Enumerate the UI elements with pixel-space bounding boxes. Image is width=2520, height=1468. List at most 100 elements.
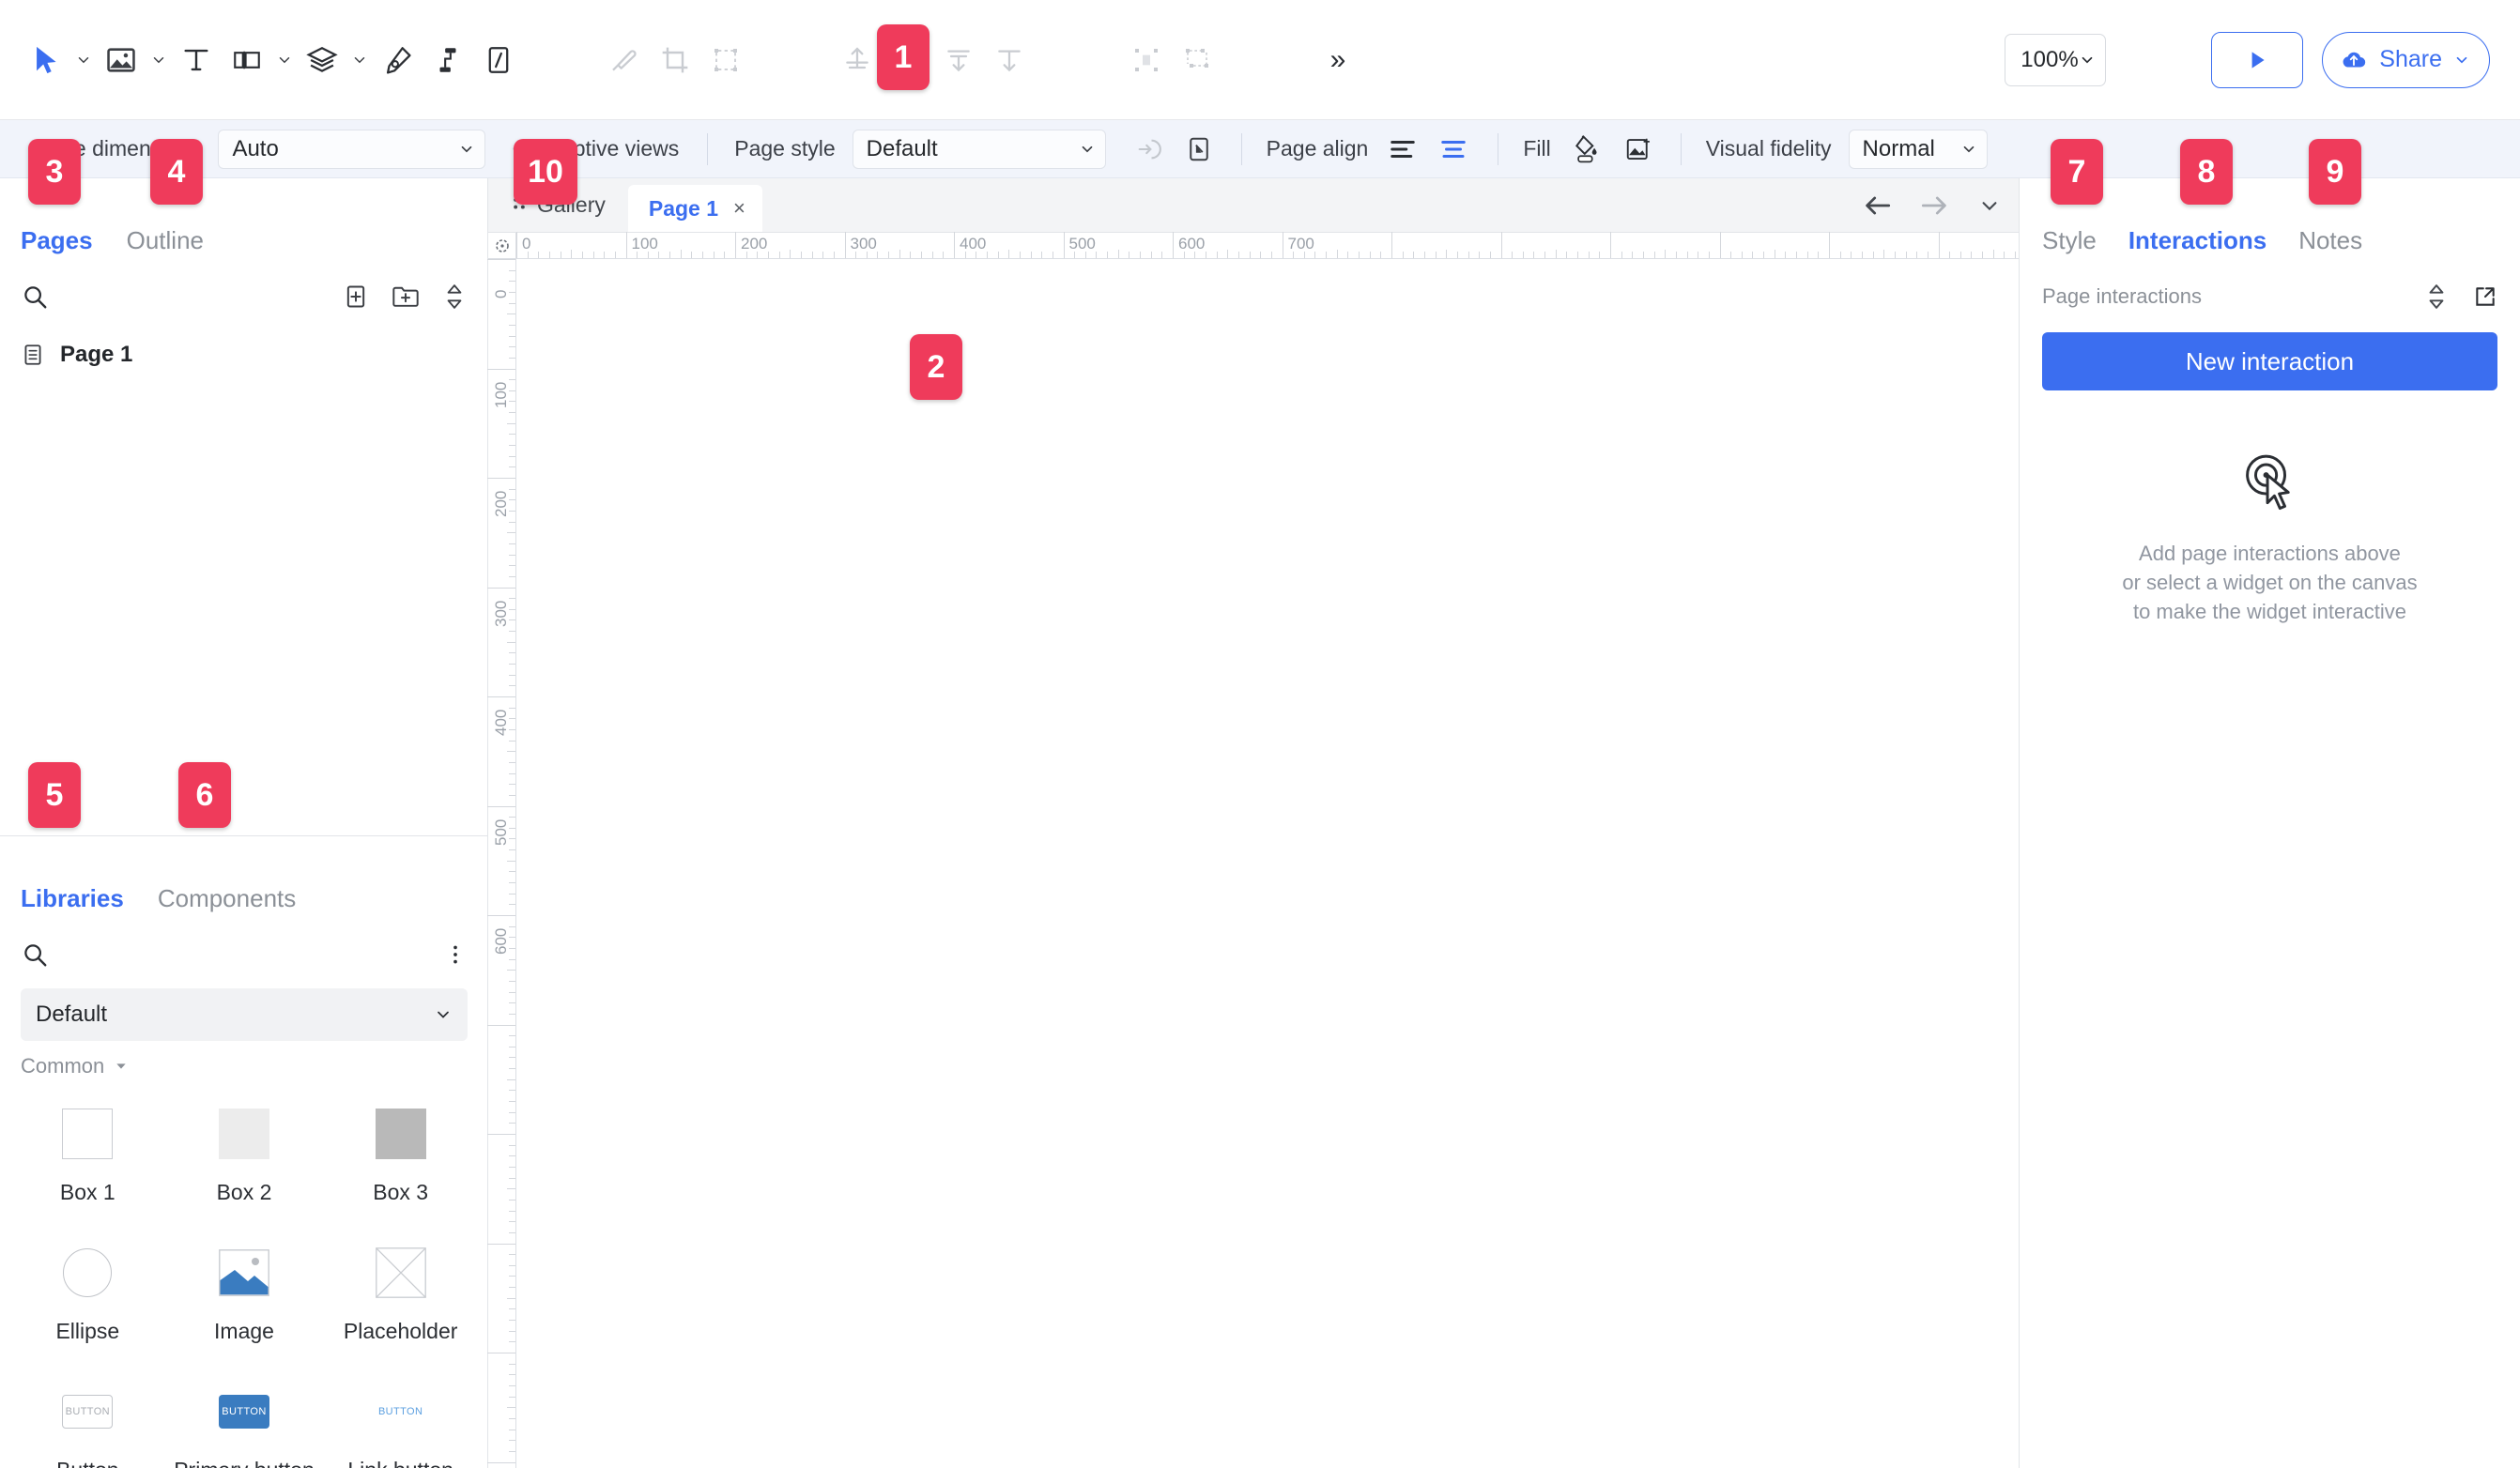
image-tool-caret[interactable]	[146, 35, 171, 85]
align-left-button[interactable]	[1381, 130, 1424, 169]
widget-ellipse[interactable]: Ellipse	[9, 1227, 166, 1366]
ruler-tick	[509, 1112, 515, 1113]
layers-tool-caret[interactable]	[347, 35, 372, 85]
sort-updown-icon[interactable]	[2426, 283, 2447, 310]
toolbar-tools-group	[21, 35, 524, 85]
list-item[interactable]: Page 1	[0, 332, 487, 377]
box-tool-button[interactable]	[222, 35, 272, 85]
fill-color-button[interactable]	[1564, 130, 1607, 169]
library-group-header[interactable]: Common	[0, 1041, 488, 1078]
zoom-level-select[interactable]: 100%	[2005, 34, 2106, 86]
ruler-tick	[509, 1265, 515, 1266]
image-tool-button[interactable]	[96, 35, 146, 85]
toolbar-overflow-button[interactable]: »	[1313, 35, 1363, 85]
ruler-tick	[509, 762, 515, 763]
external-link-icon[interactable]	[2473, 284, 2497, 309]
tab-interactions[interactable]: Interactions	[2128, 226, 2266, 259]
chevron-down-icon[interactable]	[1979, 195, 2000, 216]
connector-tool-button[interactable]	[423, 35, 473, 85]
right-sidebar: Style Interactions Notes Page interactio…	[2019, 178, 2520, 1468]
page-align-label: Page align	[1267, 136, 1369, 161]
widget-link-button[interactable]: BUTTON Link button	[322, 1366, 479, 1468]
widget-button[interactable]: BUTTON Button	[9, 1366, 166, 1468]
horizontal-ruler[interactable]: 0100200300400500600700	[516, 233, 2019, 259]
crop-tool-button[interactable]	[650, 35, 700, 85]
transform-tool-button[interactable]	[700, 35, 751, 85]
ruler-tick	[509, 708, 515, 709]
tab-pages[interactable]: Pages	[21, 226, 93, 259]
arrow-right-icon[interactable]	[1921, 193, 1949, 218]
search-icon[interactable]	[21, 283, 49, 311]
align-top-button[interactable]	[984, 35, 1035, 85]
layers-tool-button[interactable]	[297, 35, 347, 85]
brush-tool-button[interactable]	[599, 35, 650, 85]
visual-fidelity-select[interactable]: Normal	[1849, 130, 1988, 169]
annotation-badge-1: 1	[877, 24, 930, 90]
ruler-tick	[509, 336, 515, 337]
tab-components[interactable]: Components	[158, 884, 296, 917]
widget-placeholder[interactable]: Placeholder	[322, 1227, 479, 1366]
ruler-tick	[509, 522, 515, 523]
share-button[interactable]: Share	[2322, 32, 2490, 88]
ruler-tick	[1577, 252, 1578, 258]
tab-page-1[interactable]: Page 1 ×	[628, 185, 762, 232]
text-tool-button[interactable]	[171, 35, 222, 85]
ruler-tick	[509, 598, 515, 599]
more-vertical-icon[interactable]	[443, 942, 468, 967]
preview-button[interactable]	[2211, 32, 2303, 88]
page-style-apply-button[interactable]	[1127, 130, 1170, 169]
widget-box-3[interactable]: Box 3	[322, 1088, 479, 1227]
brush-icon	[609, 45, 639, 75]
align-bottom-edges-button[interactable]	[832, 35, 883, 85]
tab-notes[interactable]: Notes	[2298, 226, 2362, 259]
ruler-tick	[487, 369, 515, 370]
fill-image-button[interactable]	[1617, 130, 1660, 169]
select-tool-button[interactable]	[21, 35, 71, 85]
page-style-select[interactable]: Default	[853, 130, 1106, 169]
ruler-tick	[509, 685, 515, 686]
vertical-ruler[interactable]: 0100200300400500600	[488, 259, 516, 1468]
link-button-thumb: BUTTON	[376, 1379, 426, 1445]
widget-image[interactable]: Image	[166, 1227, 323, 1366]
pen-tool-button[interactable]	[372, 35, 423, 85]
arrow-left-icon[interactable]	[1863, 193, 1891, 218]
ruler-tick	[845, 232, 846, 258]
ruler-tick	[888, 252, 889, 258]
distribute-vertical-button[interactable]	[933, 35, 984, 85]
group-tool-button[interactable]	[1121, 35, 1172, 85]
align-center-button[interactable]	[1432, 130, 1475, 169]
chevron-down-icon	[2079, 52, 2096, 69]
ruler-tick	[509, 871, 515, 872]
widget-box-1[interactable]: Box 1	[9, 1088, 166, 1227]
new-interaction-button[interactable]: New interaction	[2042, 332, 2497, 390]
widget-primary-button[interactable]: BUTTON Primary button	[166, 1366, 323, 1468]
slash-tool-button[interactable]	[473, 35, 524, 85]
visual-fidelity-label: Visual fidelity	[1706, 136, 1832, 161]
ruler-tick	[509, 1155, 515, 1156]
select-tool-caret[interactable]	[71, 35, 96, 85]
ungroup-tool-button[interactable]	[1172, 35, 1222, 85]
library-group-label: Common	[21, 1054, 104, 1078]
ruler-tick	[1173, 232, 1174, 258]
add-folder-icon[interactable]	[392, 283, 420, 310]
libraries-toolbar	[0, 917, 488, 979]
library-select[interactable]: Default	[21, 988, 468, 1041]
ruler-origin-button[interactable]	[488, 233, 516, 259]
add-page-icon[interactable]	[343, 283, 369, 310]
close-icon[interactable]: ×	[733, 196, 745, 221]
search-icon[interactable]	[21, 940, 49, 969]
ruler-tick	[965, 252, 966, 258]
annotation-badge-7: 7	[2051, 139, 2103, 205]
ruler-tick	[1763, 252, 1764, 258]
tab-outline[interactable]: Outline	[127, 226, 204, 259]
canvas-surface[interactable]	[516, 259, 2019, 1468]
ruler-tick	[1840, 252, 1841, 258]
tab-libraries[interactable]: Libraries	[21, 884, 124, 917]
ruler-tick	[509, 729, 515, 730]
page-select-tool-button[interactable]	[1177, 130, 1221, 169]
page-dimensions-select[interactable]: Auto	[218, 130, 485, 169]
expand-collapse-icon[interactable]	[442, 283, 467, 310]
tab-style[interactable]: Style	[2042, 226, 2097, 259]
widget-box-2[interactable]: Box 2	[166, 1088, 323, 1227]
box-tool-caret[interactable]	[272, 35, 297, 85]
